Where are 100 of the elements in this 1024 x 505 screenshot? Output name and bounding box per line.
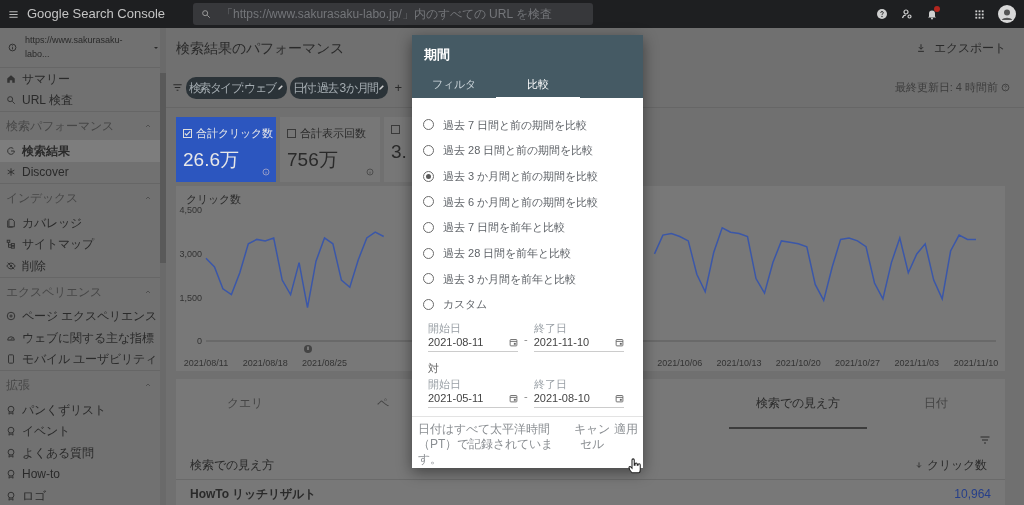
help-icon[interactable] bbox=[876, 8, 888, 20]
home-icon bbox=[6, 73, 16, 84]
date-field[interactable]: 2021-11-10 bbox=[533, 333, 624, 352]
x-tick-label: 2021/08/18 bbox=[242, 358, 288, 368]
y-tick-label: 3,000 bbox=[179, 248, 202, 259]
sidebar-item[interactable]: 削除 bbox=[22, 256, 46, 275]
x-tick-label: 2021/11/10 bbox=[953, 358, 999, 368]
calendar-icon[interactable] bbox=[509, 337, 518, 347]
date-field[interactable]: 2021-08-10 bbox=[533, 390, 624, 408]
info-icon[interactable] bbox=[262, 168, 270, 176]
metric-value: 3. bbox=[391, 140, 407, 164]
compare-label: 対 bbox=[428, 361, 439, 374]
sidebar-item[interactable]: サマリー bbox=[22, 69, 70, 88]
g-letter-icon bbox=[6, 145, 16, 156]
pencil-icon bbox=[378, 84, 386, 91]
account-settings-icon[interactable] bbox=[901, 8, 913, 20]
badge-icon bbox=[6, 426, 16, 437]
search-icon bbox=[201, 9, 212, 19]
y-tick-label: 4,500 bbox=[179, 205, 202, 216]
table-cell-text: HowTo リッチリザルト bbox=[190, 485, 317, 503]
badge-icon bbox=[6, 469, 16, 480]
option-label[interactable]: カスタム bbox=[443, 296, 487, 313]
sidebar-item[interactable]: カバレッジ bbox=[22, 213, 82, 232]
metric-label: 合計クリック数 bbox=[196, 126, 273, 141]
avatar-icon[interactable] bbox=[998, 5, 1016, 23]
metric-label: 合計表示回数 bbox=[300, 126, 366, 141]
sidebar-item[interactable]: How-to bbox=[22, 465, 60, 484]
filter-chip[interactable]: 検索タイプ: ウェブ bbox=[186, 76, 287, 99]
scrollbar[interactable] bbox=[160, 28, 166, 505]
info-icon bbox=[8, 43, 17, 52]
x-tick-label: 2021/10/06 bbox=[657, 358, 703, 368]
tab[interactable]: 検索での見え方 bbox=[728, 379, 867, 429]
field-label: 終了日 bbox=[533, 320, 567, 334]
property-url[interactable]: https://www.sakurasaku-labo... bbox=[25, 34, 144, 61]
x-tick-label: 2021/10/20 bbox=[775, 358, 821, 368]
download-icon bbox=[916, 43, 926, 53]
sidebar-item[interactable]: サイトマップ bbox=[22, 235, 94, 254]
product-logo[interactable]: Google Search Console bbox=[27, 4, 166, 24]
option-label[interactable]: 過去 7 日間と前の期間を比較 bbox=[443, 116, 588, 134]
bell-icon[interactable] bbox=[926, 8, 938, 20]
export-button[interactable]: エクスポート bbox=[912, 37, 1010, 59]
add-filter-button[interactable]: + bbox=[391, 77, 406, 98]
badge-icon bbox=[6, 490, 16, 501]
sidebar-item[interactable]: よくある質問 bbox=[22, 443, 94, 462]
y-tick-label: 1,500 bbox=[179, 292, 202, 303]
sitemap-icon bbox=[6, 239, 16, 250]
date-field[interactable]: 2021-08-11 bbox=[428, 333, 518, 352]
table-cell-text: 10,964 bbox=[954, 485, 991, 503]
sidebar-item[interactable]: URL 検査 bbox=[22, 91, 73, 110]
option-label[interactable]: 過去 7 日間を前年と比較 bbox=[443, 219, 566, 236]
calendar-icon[interactable] bbox=[509, 394, 518, 403]
x-tick-label: 2021/08/25 bbox=[302, 358, 347, 368]
badge-icon bbox=[6, 447, 16, 458]
date-field[interactable]: 2021-05-11 bbox=[428, 390, 518, 408]
footnote-text: 日付はすべて太平洋時間（PT）で記録されています。 bbox=[418, 422, 555, 467]
x-tick-label: 2021/08/11 bbox=[183, 358, 229, 368]
field-label: 終了日 bbox=[533, 377, 567, 390]
notification-dot bbox=[934, 6, 940, 12]
asterisk-icon bbox=[6, 167, 16, 178]
metric-value: 756万 bbox=[287, 147, 338, 172]
option-label[interactable]: 過去 3 か月間と前の期間を比較 bbox=[443, 167, 599, 185]
tab[interactable]: 比較 bbox=[496, 72, 580, 99]
sidebar-item[interactable]: パンくずリスト bbox=[22, 400, 106, 419]
x-tick-label: 2021/10/27 bbox=[835, 358, 880, 368]
down-arrow-icon bbox=[915, 461, 923, 469]
option-label[interactable]: 過去 28 日間を前年と比較 bbox=[443, 245, 572, 262]
option-label[interactable]: 過去 3 か月間を前年と比較 bbox=[443, 270, 577, 288]
option-label[interactable]: 過去 28 日間と前の期間を比較 bbox=[443, 142, 594, 159]
apply-button[interactable]: 適用 bbox=[614, 422, 638, 437]
phone-icon bbox=[6, 354, 16, 365]
sidebar-item[interactable]: ページ エクスペリエンス bbox=[22, 307, 158, 326]
sort-column-header[interactable]: クリック数 bbox=[911, 454, 991, 476]
circle-plus-icon bbox=[6, 311, 16, 322]
calendar-icon[interactable] bbox=[614, 337, 624, 347]
axis-title: クリック数 bbox=[186, 193, 241, 205]
checkbox[interactable] bbox=[391, 125, 400, 134]
metric-card[interactable]: 合計表示回数 756万 bbox=[280, 117, 380, 182]
filter-chip[interactable]: 日付: 過去 3 か月間 bbox=[289, 76, 389, 99]
x-tick-label: 2021/11/03 bbox=[894, 358, 939, 368]
option-label[interactable]: 過去 6 か月間と前の期間を比較 bbox=[443, 193, 599, 211]
cancel-button[interactable]: キャンセル bbox=[573, 422, 611, 452]
tab[interactable]: フィルタ bbox=[412, 72, 496, 99]
metric-value: 26.6万 bbox=[183, 147, 239, 172]
checkbox[interactable] bbox=[287, 128, 296, 138]
annotation-marker-icon[interactable] bbox=[304, 345, 312, 353]
sidebar-item[interactable]: ウェブに関する主な指標 bbox=[22, 328, 154, 347]
sidebar-item[interactable]: Discover bbox=[22, 163, 69, 182]
badge-icon bbox=[6, 404, 16, 415]
apps-grid-icon[interactable] bbox=[974, 8, 985, 20]
metric-card[interactable]: 合計クリック数 26.6万 bbox=[176, 117, 276, 182]
field-label: 開始日 bbox=[428, 320, 461, 334]
filter-icon[interactable] bbox=[172, 82, 183, 93]
range-separator: - bbox=[523, 388, 529, 404]
search-icon bbox=[6, 95, 16, 106]
sidebar-item[interactable]: イベント bbox=[22, 422, 70, 441]
calendar-icon[interactable] bbox=[614, 394, 624, 403]
page-title: 検索結果のパフォーマンス bbox=[176, 38, 344, 58]
sidebar-item[interactable]: モバイル ユーザビリティ bbox=[22, 350, 158, 369]
menu-icon[interactable] bbox=[8, 8, 19, 20]
x-tick-label: 2021/10/13 bbox=[716, 358, 762, 368]
